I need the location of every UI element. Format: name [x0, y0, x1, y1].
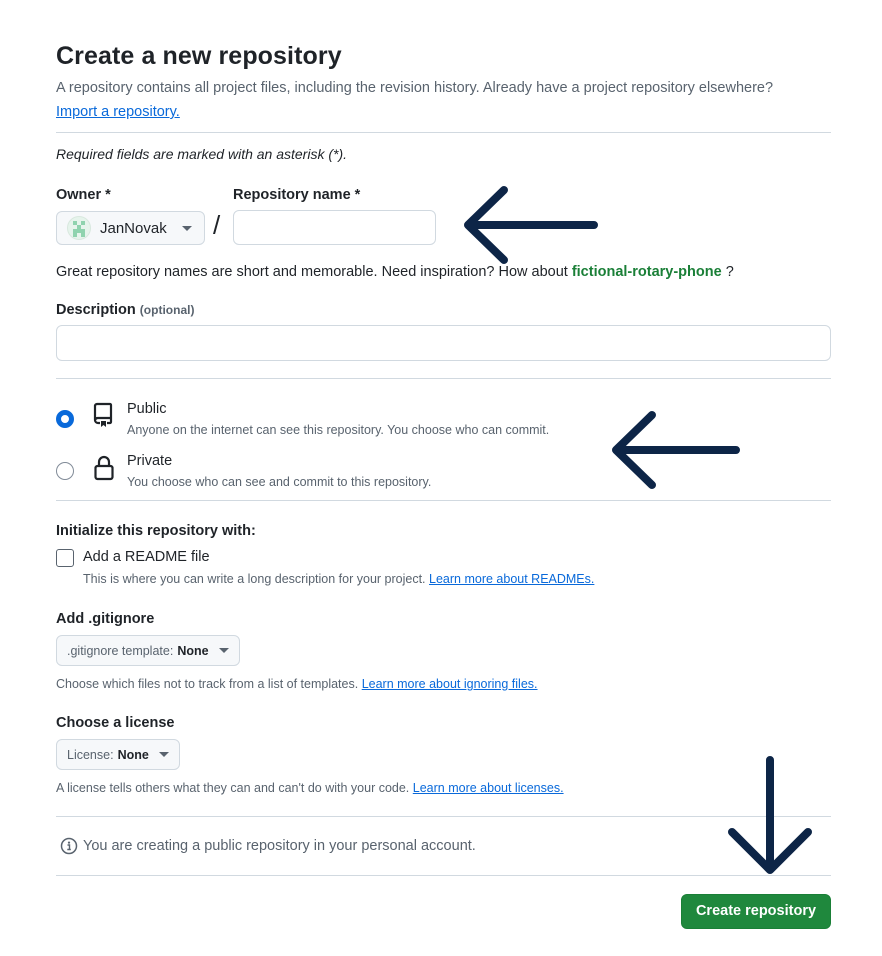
- initialize-heading: Initialize this repository with:: [56, 523, 256, 539]
- gitignore-note: Choose which files not to track from a l…: [56, 677, 538, 691]
- description-input[interactable]: [56, 325, 831, 361]
- hint-text: Great repository names are short and mem…: [56, 264, 568, 280]
- divider: [56, 378, 831, 379]
- annotation-arrow-down-icon: [728, 756, 812, 874]
- divider: [56, 816, 831, 817]
- description-label: Description (optional): [56, 302, 194, 318]
- private-description: You choose who can see and commit to thi…: [127, 475, 432, 489]
- learn-more-licenses-link[interactable]: Learn more about licenses.: [413, 781, 564, 795]
- license-note: A license tells others what they can and…: [56, 781, 564, 795]
- gitignore-select-prefix: .gitignore template:: [67, 643, 174, 658]
- public-title: Public: [127, 401, 167, 417]
- import-repository-link[interactable]: Import a repository.: [56, 104, 180, 120]
- readme-description: This is where you can write a long descr…: [83, 572, 594, 586]
- chevron-down-icon: [218, 648, 229, 653]
- gitignore-note-text: Choose which files not to track from a l…: [56, 677, 359, 691]
- description-label-text: Description: [56, 302, 136, 318]
- learn-more-ignoring-files-link[interactable]: Learn more about ignoring files.: [362, 677, 538, 691]
- repo-icon: [93, 402, 113, 427]
- divider: [56, 875, 831, 876]
- create-repository-button[interactable]: Create repository: [681, 894, 831, 929]
- owner-select[interactable]: JanNovak: [56, 211, 205, 245]
- gitignore-select-value: None: [177, 643, 209, 658]
- license-heading: Choose a license: [56, 715, 175, 731]
- chevron-down-icon: [158, 752, 169, 757]
- repository-name-label: Repository name *: [233, 187, 361, 203]
- license-note-text: A license tells others what they can and…: [56, 781, 410, 795]
- hint-suffix: ?: [725, 264, 734, 280]
- gitignore-heading: Add .gitignore: [56, 611, 155, 627]
- divider: [56, 500, 831, 501]
- chevron-down-icon: [182, 225, 192, 231]
- info-message: You are creating a public repository in …: [60, 837, 476, 855]
- license-select[interactable]: License: None: [56, 739, 180, 770]
- gitignore-template-select[interactable]: .gitignore template: None: [56, 635, 240, 666]
- required-fields-note: Required fields are marked with an aster…: [56, 146, 348, 162]
- divider: [56, 132, 831, 133]
- repository-name-input[interactable]: [233, 210, 436, 245]
- public-description: Anyone on the internet can see this repo…: [127, 423, 550, 437]
- annotation-arrow-left-icon: [612, 411, 740, 489]
- public-radio[interactable]: [56, 410, 74, 428]
- readme-checkbox[interactable]: [56, 549, 74, 567]
- optional-tag: (optional): [139, 303, 195, 317]
- owner-label: Owner *: [56, 187, 111, 203]
- owner-name: JanNovak: [100, 219, 167, 237]
- info-message-text: You are creating a public repository in …: [83, 838, 476, 854]
- lock-icon: [94, 455, 114, 481]
- readme-description-text: This is where you can write a long descr…: [83, 572, 426, 586]
- page-title: Create a new repository: [56, 42, 342, 70]
- annotation-arrow-left-icon: [464, 186, 598, 264]
- learn-more-readmes-link[interactable]: Learn more about READMEs.: [429, 572, 594, 586]
- page-subtitle: A repository contains all project files,…: [56, 80, 774, 96]
- license-select-prefix: License:: [67, 747, 114, 762]
- name-suggestion[interactable]: fictional-rotary-phone: [572, 264, 722, 280]
- owner-repo-separator: /: [213, 210, 221, 240]
- avatar: [67, 216, 91, 240]
- repository-name-hint: Great repository names are short and mem…: [56, 264, 734, 280]
- license-select-value: None: [117, 747, 149, 762]
- info-icon: [60, 837, 78, 855]
- readme-label[interactable]: Add a README file: [83, 549, 210, 565]
- private-title: Private: [127, 453, 173, 469]
- private-radio[interactable]: [56, 462, 74, 480]
